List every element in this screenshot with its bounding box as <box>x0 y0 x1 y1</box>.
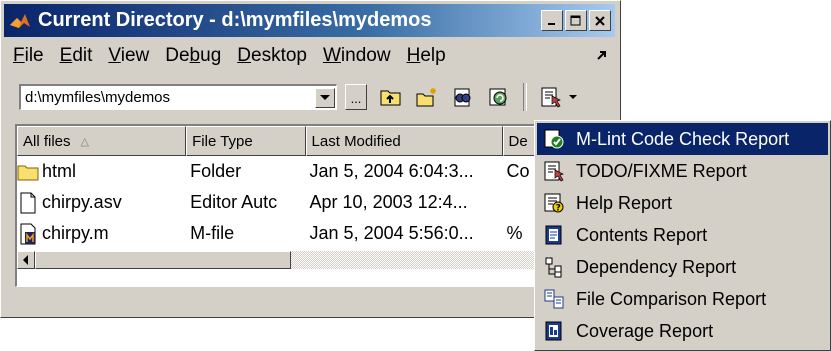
title-bar[interactable]: Current Directory - d:\mymfiles\mydemos <box>4 4 615 37</box>
chevron-down-icon <box>320 94 330 100</box>
menu-item-dependency-report[interactable]: Dependency Report <box>537 251 828 283</box>
menu-item-coverage-report[interactable]: Coverage Report <box>537 315 828 347</box>
path-dropdown-button[interactable] <box>315 87 335 108</box>
file-modified: Jan 5, 2004 6:04:3... <box>309 161 474 181</box>
coverage-report-icon <box>542 319 566 343</box>
scroll-thumb[interactable] <box>35 251 291 269</box>
up-folder-icon <box>380 90 401 106</box>
current-directory-path[interactable]: d:\mymfiles\mydemos <box>21 89 315 106</box>
undock-button[interactable] <box>597 49 607 63</box>
menu-item-mlint-report[interactable]: M-Lint Code Check Report <box>537 123 828 155</box>
file-list[interactable]: All files △ File Type Last Modified De h… <box>15 124 615 287</box>
menu-item-todo-report[interactable]: TODO/FIXME Report <box>537 155 828 187</box>
window-title: Current Directory - d:\mymfiles\mydemos <box>38 9 432 31</box>
menu-edit[interactable]: Edit <box>52 45 101 67</box>
file-name: chirpy.m <box>42 223 109 243</box>
menu-item-label: TODO/FIXME Report <box>576 160 747 181</box>
file-icon <box>20 192 36 213</box>
maximize-icon <box>570 15 581 25</box>
menu-item-label: Coverage Report <box>576 320 714 341</box>
chevron-left-icon <box>23 255 28 265</box>
m-file-icon <box>20 223 36 244</box>
file-type: Editor Autc <box>190 192 278 212</box>
folder-icon <box>17 165 39 180</box>
undock-arrow-icon <box>597 51 606 60</box>
file-comparison-icon <box>542 287 566 311</box>
close-icon <box>595 15 605 26</box>
maximize-button[interactable] <box>565 10 587 31</box>
new-folder-icon <box>416 88 436 107</box>
refresh-button[interactable] <box>487 85 511 109</box>
menu-help[interactable]: Help <box>399 45 454 67</box>
chevron-down-icon <box>569 95 577 99</box>
find-files-button[interactable] <box>451 85 475 109</box>
reports-menu: M-Lint Code Check Report TODO/FIXME Repo… <box>534 120 831 351</box>
toolbar: d:\mymfiles\mydemos ... <box>5 77 615 117</box>
menu-desktop[interactable]: Desktop <box>229 45 315 67</box>
file-name: chirpy.asv <box>42 192 122 212</box>
close-button[interactable] <box>589 10 611 31</box>
menu-item-label: Help Report <box>576 192 673 213</box>
browse-for-folder-button[interactable]: ... <box>345 84 367 110</box>
reports-button[interactable] <box>539 85 563 109</box>
menu-window[interactable]: Window <box>315 45 399 67</box>
file-modified: Apr 10, 2003 12:4... <box>309 192 468 212</box>
dependency-report-icon <box>542 255 566 279</box>
sort-ascending-icon: △ <box>80 135 89 148</box>
minimize-icon <box>548 22 555 25</box>
menu-view[interactable]: View <box>100 45 157 67</box>
menu-item-label: File Comparison Report <box>576 288 767 309</box>
matlab-logo-icon <box>10 13 30 28</box>
file-type: Folder <box>190 161 242 181</box>
menu-bar: File Edit View Debug Desktop Window Help <box>5 41 615 71</box>
menu-file[interactable]: File <box>5 45 52 67</box>
menu-item-label: M-Lint Code Check Report <box>576 128 790 149</box>
reports-dropdown-arrow[interactable] <box>569 91 577 103</box>
find-files-icon <box>454 88 471 107</box>
file-name: html <box>42 161 77 181</box>
help-report-icon: ? <box>542 191 566 215</box>
todo-report-icon <box>542 159 566 183</box>
current-directory-window: Current Directory - d:\mymfiles\mydemos … <box>0 0 621 318</box>
svg-text:?: ? <box>556 204 561 214</box>
menu-item-label: Contents Report <box>576 224 708 245</box>
file-modified: Jan 5, 2004 5:56:0... <box>309 223 474 243</box>
scroll-left-button[interactable] <box>17 251 35 269</box>
file-list-header: All files △ File Type Last Modified De <box>17 126 614 156</box>
mlint-check-icon <box>542 127 566 151</box>
toolbar-separator <box>523 83 527 111</box>
column-header-file-type[interactable]: File Type <box>186 126 306 156</box>
menu-item-help-report[interactable]: ? Help Report <box>537 187 828 219</box>
column-header-last-modified[interactable]: Last Modified <box>305 126 503 156</box>
reports-icon <box>541 87 561 108</box>
file-type: M-file <box>190 223 235 243</box>
current-directory-combobox[interactable]: d:\mymfiles\mydemos <box>19 84 337 110</box>
menu-debug[interactable]: Debug <box>157 45 229 67</box>
contents-report-icon <box>542 223 566 247</box>
menu-item-label: Dependency Report <box>576 256 737 277</box>
column-header-name[interactable]: All files △ <box>17 126 187 156</box>
file-row[interactable]: chirpy.m M-file Jan 5, 2004 5:56:0... % <box>17 218 614 249</box>
file-row[interactable]: chirpy.asv Editor Autc Apr 10, 2003 12:4… <box>17 187 614 218</box>
new-folder-button[interactable] <box>415 85 439 109</box>
horizontal-scrollbar[interactable] <box>17 251 614 269</box>
minimize-button[interactable] <box>541 10 563 31</box>
menu-item-contents-report[interactable]: Contents Report <box>537 219 828 251</box>
menu-item-file-comparison-report[interactable]: File Comparison Report <box>537 283 828 315</box>
file-row[interactable]: html Folder Jan 5, 2004 6:04:3... Co <box>17 156 614 187</box>
up-folder-button[interactable] <box>379 85 403 109</box>
refresh-icon <box>489 88 507 106</box>
